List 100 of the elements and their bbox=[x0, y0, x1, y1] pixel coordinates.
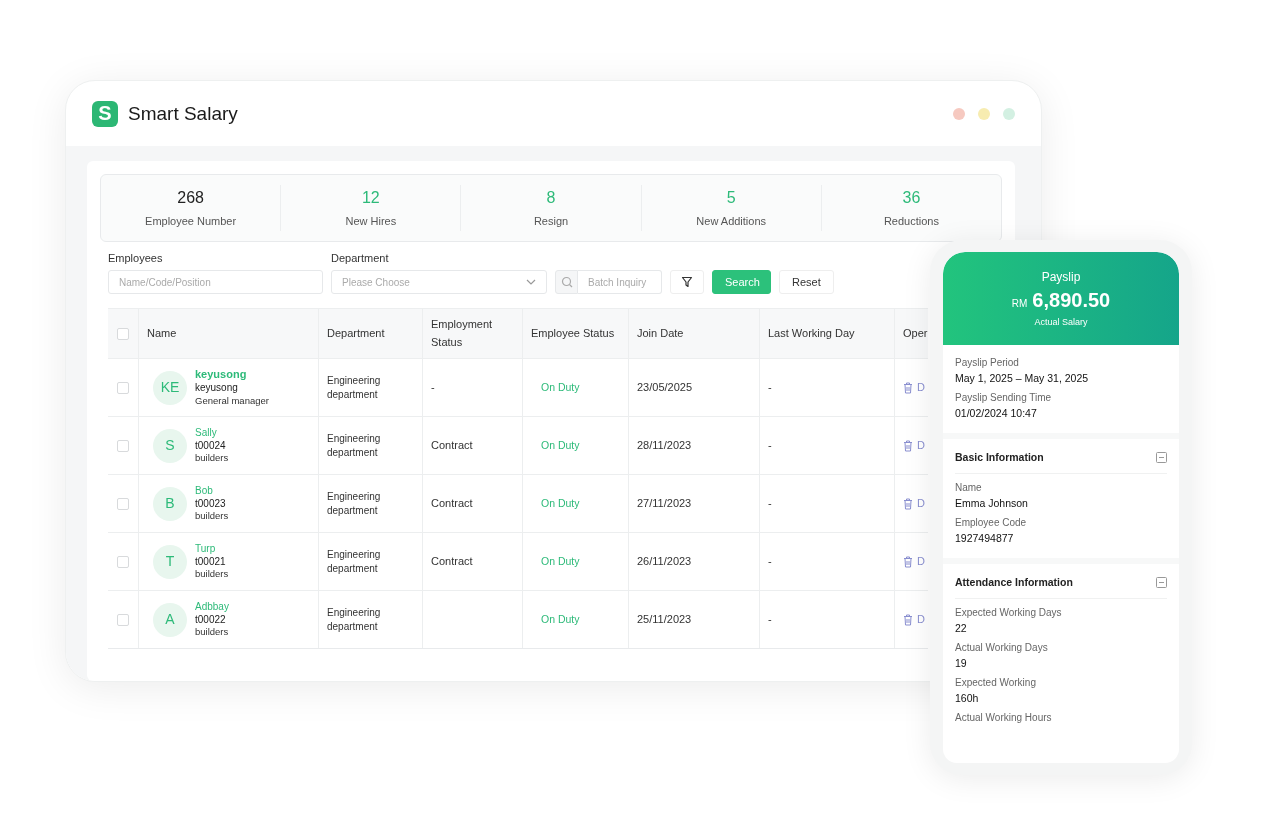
employee-name-link[interactable]: Sally bbox=[195, 427, 229, 440]
field-value: Emma Johnson bbox=[955, 497, 1029, 509]
search-icon[interactable] bbox=[555, 270, 578, 294]
delete-link[interactable]: D bbox=[917, 378, 925, 396]
table-cell-text: - bbox=[431, 379, 435, 395]
stat-label: Reductions bbox=[883, 215, 939, 227]
select-all-checkbox[interactable] bbox=[117, 327, 129, 340]
table-cell-text: 23/05/2025 bbox=[637, 379, 693, 395]
employee-name-link[interactable]: Adbbay bbox=[195, 601, 229, 614]
trash-icon[interactable] bbox=[903, 439, 913, 452]
close-dot-icon[interactable] bbox=[953, 107, 965, 120]
field-value: 01/02/2024 10:47 bbox=[955, 407, 1038, 419]
stat-value: 8 bbox=[546, 189, 556, 207]
avatar: T bbox=[153, 544, 187, 579]
table-cell-text: Engineering department bbox=[327, 489, 382, 518]
field-value: 1927494877 bbox=[955, 532, 1015, 544]
filter-icon[interactable] bbox=[670, 270, 704, 294]
chevron-down-icon[interactable] bbox=[526, 279, 536, 285]
field-label: Actual Working Hours bbox=[955, 712, 1053, 723]
employee-name-link[interactable]: keyusong bbox=[195, 368, 269, 383]
row-checkbox[interactable] bbox=[117, 439, 129, 452]
field-label: Payslip Sending Time bbox=[955, 392, 1053, 403]
payslip-title: Payslip bbox=[1041, 270, 1081, 284]
table-cell-text: 28/11/2023 bbox=[637, 437, 692, 453]
table-cell-text: - bbox=[768, 437, 772, 453]
table-cell-text: - bbox=[768, 379, 772, 395]
minimize-dot-icon[interactable] bbox=[978, 107, 990, 120]
table-cell-text: Engineering department bbox=[327, 431, 382, 460]
table-cell-text: Engineering department bbox=[327, 373, 382, 402]
stat-label: Employee Number bbox=[145, 215, 237, 227]
employee-position: builders bbox=[195, 452, 229, 464]
delete-link[interactable]: D bbox=[917, 436, 925, 454]
status-text: On Duty bbox=[540, 438, 580, 454]
field-label: Name bbox=[955, 482, 983, 493]
collapse-icon[interactable] bbox=[1156, 451, 1167, 463]
row-checkbox[interactable] bbox=[117, 381, 129, 394]
section-title: Basic Information bbox=[955, 451, 1044, 463]
employee-name-link[interactable]: Turp bbox=[195, 543, 229, 556]
field-label: Employee Code bbox=[955, 517, 1028, 528]
employee-code: keyusong bbox=[195, 382, 239, 395]
field-label: Expected Working bbox=[955, 677, 1037, 688]
stat-label: Resign bbox=[533, 215, 569, 227]
field-label: Expected Working Days bbox=[955, 607, 1063, 618]
field-value: 19 bbox=[955, 657, 968, 669]
trash-icon[interactable] bbox=[903, 497, 913, 510]
stat-value: 5 bbox=[726, 189, 736, 207]
column-header: Employee Status bbox=[531, 325, 615, 341]
trash-icon[interactable] bbox=[903, 613, 913, 626]
field-value: May 1, 2025 – May 31, 2025 bbox=[955, 372, 1090, 384]
column-header: Name bbox=[147, 325, 177, 341]
delete-link[interactable]: D bbox=[917, 494, 925, 512]
batch-inquiry-field[interactable]: Batch Inquiry bbox=[578, 270, 662, 294]
table-cell-text: Engineering department bbox=[327, 605, 382, 634]
avatar: KE bbox=[153, 370, 187, 405]
row-checkbox[interactable] bbox=[117, 555, 129, 568]
table-cell-text: 27/11/2023 bbox=[637, 495, 692, 511]
field-value: 22 bbox=[955, 622, 968, 634]
table-cell-text: - bbox=[768, 495, 772, 511]
employee-code: t00024 bbox=[195, 439, 227, 453]
department-select[interactable]: Please Choose bbox=[331, 270, 547, 294]
section-title: Attendance Information bbox=[955, 576, 1073, 588]
delete-link[interactable]: D bbox=[917, 610, 925, 628]
salary-amount: 6,890.50 bbox=[1032, 289, 1111, 312]
maximize-dot-icon[interactable] bbox=[1003, 107, 1015, 120]
reset-button[interactable]: Reset bbox=[779, 270, 834, 294]
row-checkbox[interactable] bbox=[117, 613, 129, 626]
search-button[interactable]: Search bbox=[712, 270, 771, 294]
row-checkbox[interactable] bbox=[117, 497, 129, 510]
table-cell-text: Contract bbox=[431, 437, 473, 453]
app-title: Smart Salary bbox=[128, 102, 238, 125]
status-text: On Duty bbox=[540, 612, 580, 628]
column-header: Join Date bbox=[637, 325, 684, 341]
field-label: Department bbox=[331, 252, 390, 264]
employee-position: builders bbox=[195, 510, 229, 522]
status-text: On Duty bbox=[540, 380, 580, 396]
employee-position: General manager bbox=[195, 394, 269, 407]
table-cell-text: - bbox=[768, 553, 772, 569]
field-label: Actual Working Days bbox=[955, 642, 1049, 653]
status-text: On Duty bbox=[540, 496, 580, 512]
stat-label: New Hires bbox=[345, 215, 397, 227]
avatar: S bbox=[153, 428, 187, 463]
table-cell-text: - bbox=[768, 611, 772, 627]
field-label: Employees bbox=[108, 252, 164, 264]
employee-position: builders bbox=[195, 568, 229, 580]
logo: S bbox=[92, 100, 118, 127]
table-cell-text: 26/11/2023 bbox=[637, 553, 692, 569]
column-header: Last Working Day bbox=[768, 325, 855, 341]
employee-name-link[interactable]: Bob bbox=[195, 485, 229, 498]
trash-icon[interactable] bbox=[903, 381, 913, 394]
status-text: On Duty bbox=[540, 554, 580, 570]
trash-icon[interactable] bbox=[903, 555, 913, 568]
stat-value: 268 bbox=[177, 189, 204, 207]
collapse-icon[interactable] bbox=[1156, 576, 1167, 588]
stat-value: 36 bbox=[902, 189, 921, 207]
employee-position: builders bbox=[195, 626, 229, 638]
avatar: B bbox=[153, 486, 187, 521]
employee-code: t00022 bbox=[195, 613, 227, 627]
column-header: Department bbox=[327, 325, 385, 341]
delete-link[interactable]: D bbox=[917, 552, 925, 570]
employee-search-field[interactable]: Name/Code/Position bbox=[108, 270, 323, 294]
